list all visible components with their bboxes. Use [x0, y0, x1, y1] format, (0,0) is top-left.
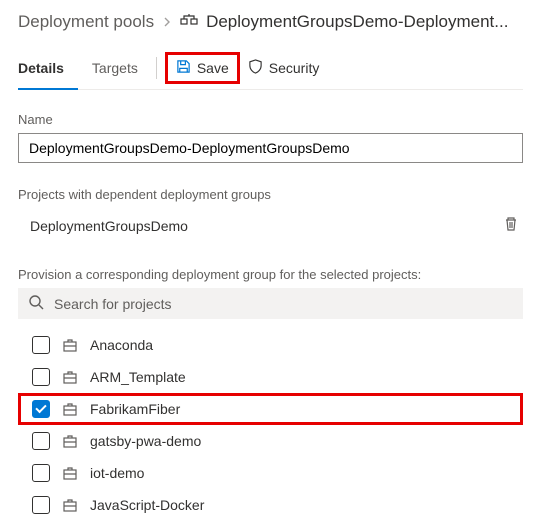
dependent-item: DeploymentGroupsDemo [18, 208, 523, 243]
security-button[interactable]: Security [240, 55, 328, 81]
tab-details[interactable]: Details [18, 46, 78, 89]
project-name: JavaScript-Docker [90, 497, 204, 513]
breadcrumb: Deployment pools DeploymentGroupsDemo-De… [18, 12, 523, 32]
tab-details-label: Details [18, 60, 64, 76]
briefcase-icon [62, 465, 78, 481]
dependent-label: Projects with dependent deployment group… [18, 187, 523, 202]
briefcase-icon [62, 337, 78, 353]
project-item[interactable]: gatsby-pwa-demo [18, 425, 523, 457]
save-label: Save [197, 60, 229, 76]
tab-targets[interactable]: Targets [78, 46, 152, 89]
project-name: ARM_Template [90, 369, 186, 385]
project-item[interactable]: ARM_Template [18, 361, 523, 393]
project-list: Anaconda ARM_Template FabrikamFiber gatsby-… [18, 329, 523, 521]
trash-icon [503, 219, 519, 235]
checkbox[interactable] [32, 496, 50, 514]
dependent-item-name: DeploymentGroupsDemo [30, 218, 188, 234]
briefcase-icon [62, 401, 78, 417]
search-icon [28, 294, 44, 313]
toolbar: Details Targets Save Security [18, 46, 523, 90]
checkbox[interactable] [32, 368, 50, 386]
name-label: Name [18, 112, 523, 127]
search-input[interactable] [54, 296, 513, 312]
name-input[interactable] [18, 133, 523, 163]
save-button[interactable]: Save [165, 52, 240, 84]
project-item[interactable]: FabrikamFiber [18, 393, 523, 425]
provision-label: Provision a corresponding deployment gro… [18, 267, 523, 282]
briefcase-icon [62, 369, 78, 385]
project-item[interactable]: Anaconda [18, 329, 523, 361]
checkbox[interactable] [32, 432, 50, 450]
save-icon [176, 59, 191, 77]
project-name: FabrikamFiber [90, 401, 180, 417]
checkbox[interactable] [32, 336, 50, 354]
security-label: Security [269, 60, 320, 76]
project-item[interactable]: JavaScript-Docker [18, 489, 523, 521]
project-name: gatsby-pwa-demo [90, 433, 201, 449]
breadcrumb-root[interactable]: Deployment pools [18, 12, 154, 32]
project-name: iot-demo [90, 465, 144, 481]
project-name: Anaconda [90, 337, 153, 353]
deployment-pool-icon [180, 13, 198, 31]
chevron-right-icon [162, 12, 172, 32]
dependent-section: Projects with dependent deployment group… [18, 187, 523, 243]
briefcase-icon [62, 433, 78, 449]
tab-targets-label: Targets [92, 60, 138, 76]
name-section: Name [18, 112, 523, 163]
breadcrumb-current: DeploymentGroupsDemo-Deployment... [206, 12, 508, 32]
provision-section: Provision a corresponding deployment gro… [18, 267, 523, 521]
toolbar-separator [156, 57, 157, 79]
project-item[interactable]: iot-demo [18, 457, 523, 489]
shield-icon [248, 59, 263, 77]
checkbox[interactable] [32, 464, 50, 482]
briefcase-icon [62, 497, 78, 513]
checkbox[interactable] [32, 400, 50, 418]
delete-button[interactable] [503, 216, 519, 235]
search-box[interactable] [18, 288, 523, 319]
